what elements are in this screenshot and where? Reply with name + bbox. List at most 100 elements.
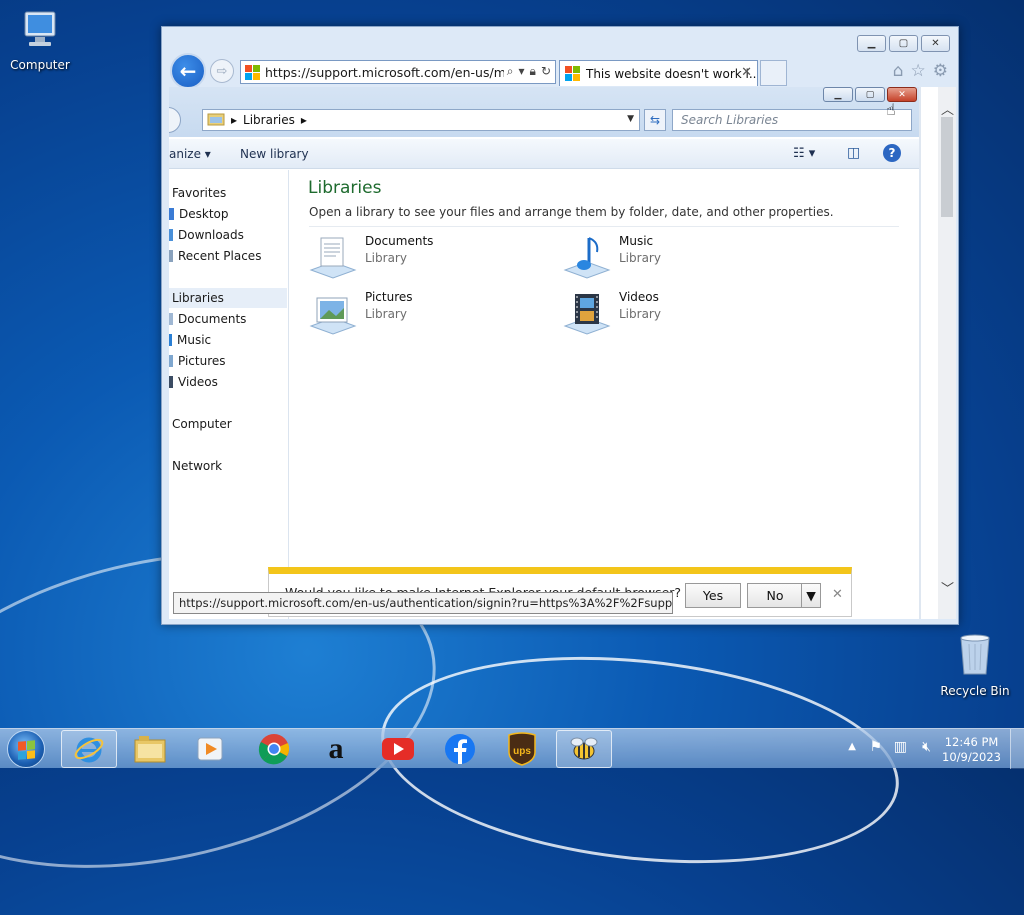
library-name: Pictures [365, 290, 413, 304]
page-content: ▁ ▢ ✕ ▸ Libraries ▸ ▼ ⇆ Search Libraries [169, 87, 939, 619]
taskbar-facebook[interactable] [432, 730, 488, 768]
nav-item-documents[interactable]: Documents [169, 312, 246, 326]
show-hidden-icons-icon[interactable]: ▲ [848, 741, 856, 752]
home-icon[interactable]: ⌂ [893, 61, 904, 81]
explorer-window: ▁ ▢ ✕ ▸ Libraries ▸ ▼ ⇆ Search Libraries [169, 87, 921, 619]
library-item-documents[interactable]: Documents Library [309, 234, 433, 282]
nav-computer[interactable]: Computer [172, 417, 232, 431]
yes-button[interactable]: Yes [685, 583, 741, 608]
nav-label: Downloads [178, 228, 244, 242]
scroll-down-icon[interactable]: ﹀ [941, 578, 954, 597]
downloads-icon [169, 229, 173, 241]
lock-icon[interactable]: 🔒︎ [530, 64, 536, 79]
desktop-icon [169, 208, 174, 220]
library-item-pictures[interactable]: Pictures Library [309, 290, 413, 338]
library-item-music[interactable]: Music Library [563, 234, 661, 282]
library-type: Library [619, 307, 661, 321]
breadcrumb[interactable]: Libraries [243, 113, 295, 127]
favorites-star-icon[interactable]: ☆ [911, 61, 926, 81]
forward-button[interactable]: ⇨ [210, 59, 234, 83]
start-button[interactable] [7, 730, 45, 768]
no-options-dropdown[interactable]: ▼ [801, 583, 821, 608]
divider [309, 226, 899, 227]
taskbar-ups[interactable]: ups [494, 730, 550, 768]
taskbar-file-explorer[interactable] [122, 730, 178, 768]
libraries-content: Libraries Open a library to see your fil… [290, 170, 920, 619]
nav-label: Pictures [178, 354, 226, 368]
nav-item-downloads[interactable]: Downloads [169, 228, 244, 242]
taskbar-internet-explorer[interactable] [61, 730, 117, 768]
taskbar-youtube[interactable] [370, 730, 426, 768]
taskbar: a ups ▲ ⚑ ▥ 🔇︎ 12:46 PM 10/9/2023 [0, 728, 1024, 769]
explorer-minimize-button[interactable]: ▁ [823, 87, 853, 102]
nav-item-videos[interactable]: Videos [169, 375, 218, 389]
explorer-search-input[interactable]: Search Libraries [672, 109, 912, 131]
nav-item-pictures[interactable]: Pictures [169, 354, 226, 368]
explorer-back-button[interactable] [169, 107, 181, 133]
chevron-down-icon[interactable]: ▼ [627, 114, 634, 124]
close-button[interactable]: ✕ [921, 35, 950, 52]
ups-icon: ups [508, 732, 536, 766]
scrollbar-thumb[interactable] [941, 117, 953, 217]
nav-network[interactable]: Network [172, 459, 222, 473]
breadcrumb-chevron-icon[interactable]: ▸ [301, 113, 307, 127]
no-button[interactable]: No [747, 583, 802, 608]
taskbar-media-player[interactable] [182, 730, 238, 768]
internet-explorer-window: ▁ ▢ ✕ ← ⇨ https://support.microsoft.com/… [161, 26, 959, 625]
taskbar-amazon[interactable]: a [308, 730, 364, 768]
show-desktop-button[interactable] [1010, 729, 1024, 769]
refresh-icon[interactable]: ↻ [541, 64, 551, 79]
status-bar-url: https://support.microsoft.com/en-us/auth… [173, 592, 673, 614]
maximize-icon: ▢ [865, 89, 875, 100]
close-tab-icon[interactable]: ✕ [741, 65, 752, 80]
help-icon[interactable]: ? [883, 144, 901, 162]
maximize-icon: ▢ [898, 38, 909, 49]
library-type: Library [365, 251, 407, 265]
close-icon[interactable]: ✕ [832, 587, 843, 602]
view-options-icon[interactable]: ☷ ▾ [793, 146, 815, 161]
library-type: Library [365, 307, 407, 321]
action-center-icon[interactable]: ⚑ [869, 739, 882, 755]
page-subtitle: Open a library to see your files and arr… [309, 205, 834, 219]
amazon-icon: a [328, 732, 344, 765]
volume-muted-icon[interactable]: 🔇︎ [922, 739, 931, 755]
network-icon[interactable]: ▥ [894, 739, 907, 755]
chrome-icon [258, 734, 290, 765]
library-name: Documents [365, 234, 434, 248]
dropdown-icon[interactable]: ▾ [519, 64, 525, 79]
new-library-button[interactable]: New library [240, 147, 309, 161]
address-bar[interactable]: https://support.microsoft.com/en-us/mic … [240, 60, 556, 84]
desktop-icon-computer[interactable]: Computer [0, 8, 80, 72]
nav-item-recent-places[interactable]: Recent Places [169, 249, 261, 263]
back-button[interactable]: ← [170, 53, 206, 89]
explorer-address-bar[interactable]: ▸ Libraries ▸ ▼ [202, 109, 640, 131]
library-name: Music [619, 234, 654, 248]
new-tab-button[interactable] [760, 60, 787, 86]
documents-icon [169, 313, 173, 325]
library-item-videos[interactable]: Videos Library [563, 290, 661, 338]
nav-libraries[interactable]: Libraries [169, 288, 287, 308]
scroll-up-icon[interactable]: ︿ [941, 99, 954, 118]
breadcrumb-chevron-icon[interactable]: ▸ [231, 113, 237, 127]
nav-item-desktop[interactable]: Desktop [169, 207, 229, 221]
nav-label: Recent Places [178, 249, 262, 263]
nav-favorites[interactable]: Favorites [172, 186, 226, 200]
address-tools: ⌕ ▾ 🔒︎ ↻ [503, 64, 551, 79]
taskbar-bee-app[interactable] [556, 730, 612, 768]
explorer-maximize-button[interactable]: ▢ [855, 87, 885, 102]
organize-label: anize [169, 147, 201, 161]
search-icon[interactable]: ⌕ [507, 64, 514, 79]
preview-pane-icon[interactable]: ◫ [847, 145, 860, 161]
taskbar-chrome[interactable] [246, 730, 302, 768]
maximize-button[interactable]: ▢ [889, 35, 918, 52]
desktop-icon-label: Computer [10, 58, 70, 72]
clock[interactable]: 12:46 PM 10/9/2023 [942, 735, 1001, 765]
gear-icon[interactable]: ⚙ [933, 61, 948, 81]
desktop-icon-recycle-bin[interactable]: Recycle Bin [935, 630, 1015, 698]
nav-item-music[interactable]: Music [169, 333, 211, 347]
vertical-scrollbar[interactable]: ︿ ﹀ [938, 87, 956, 619]
explorer-refresh-button[interactable]: ⇆ [644, 109, 666, 131]
organize-button[interactable]: anize ▾ [169, 147, 211, 161]
browser-tab[interactable]: This website doesn't work i... ✕ [559, 60, 758, 86]
minimize-button[interactable]: ▁ [857, 35, 886, 52]
